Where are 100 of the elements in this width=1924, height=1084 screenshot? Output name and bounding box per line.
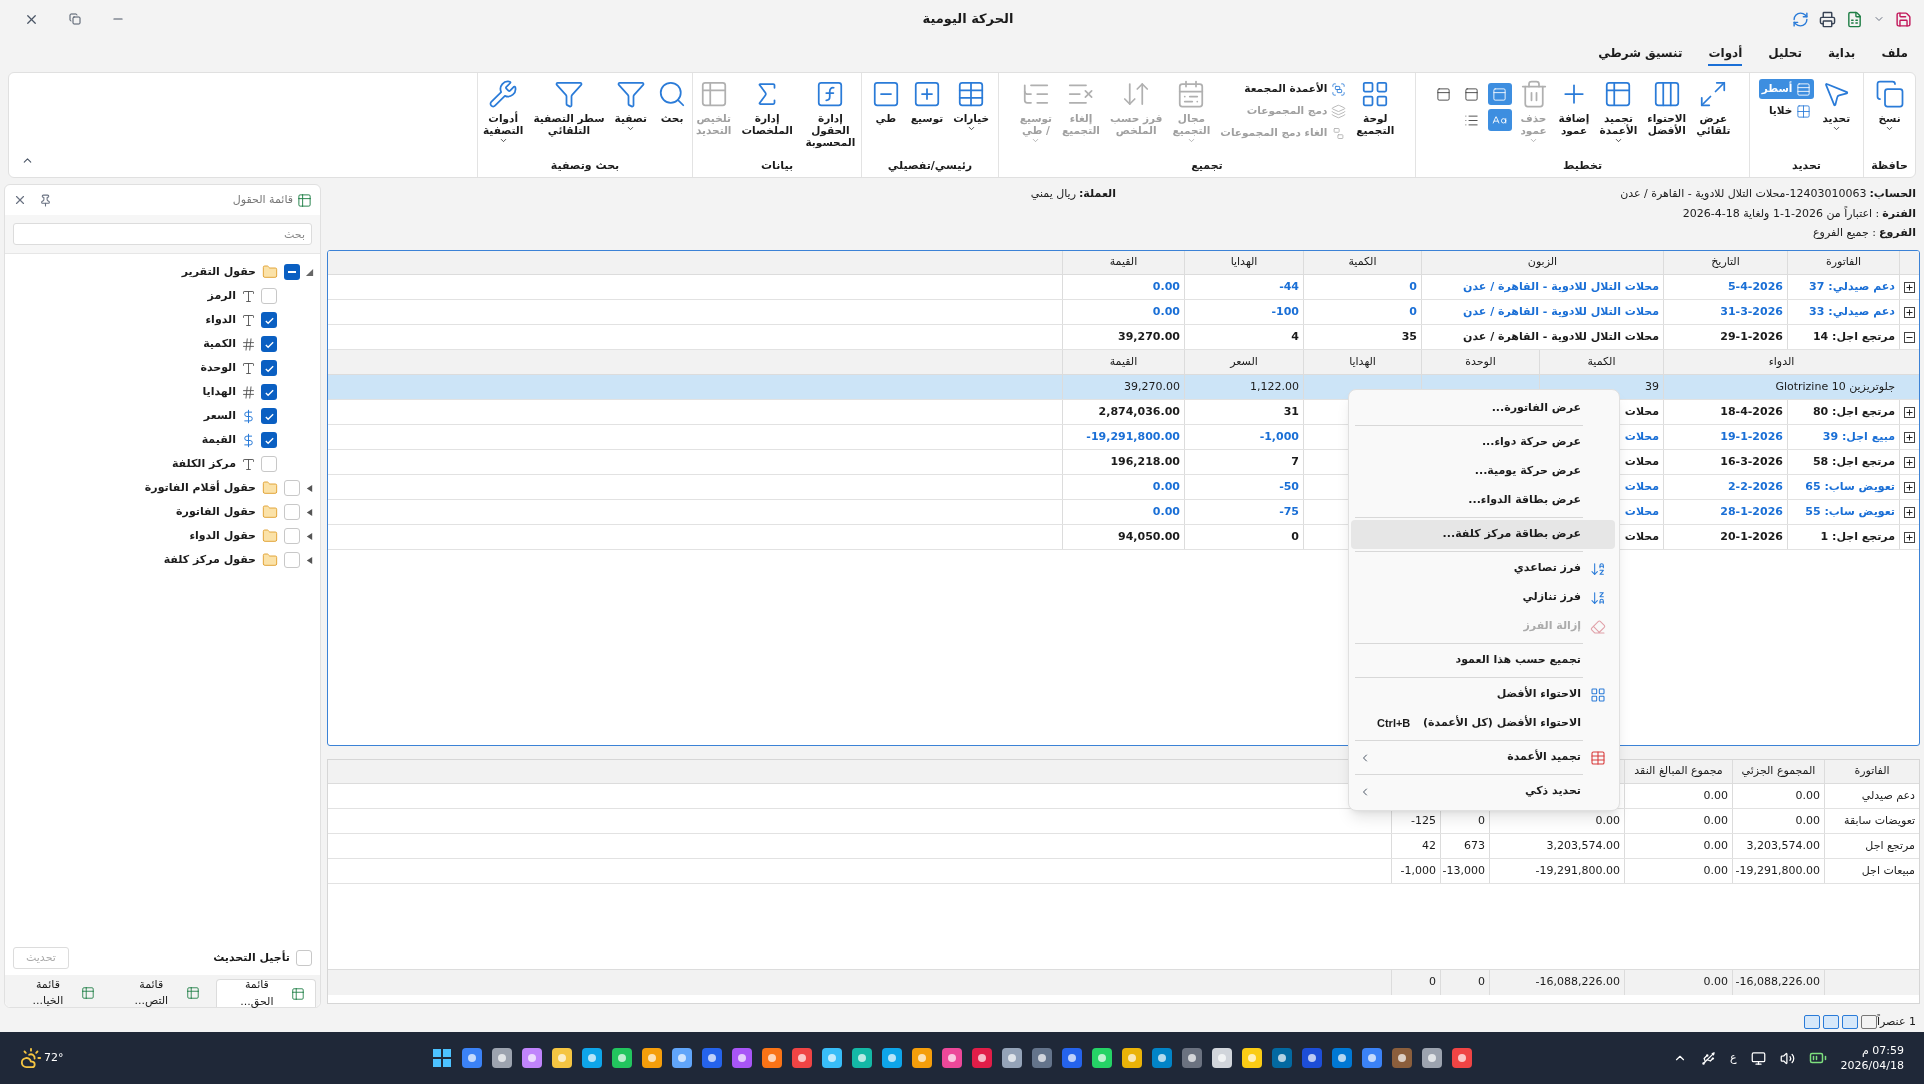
ribbon-button[interactable]: طي (867, 77, 904, 124)
tree-item[interactable]: حقول الفاتورة (176, 503, 256, 521)
app-tile-icon[interactable] (522, 1048, 542, 1068)
plus-box-icon[interactable] (1904, 431, 1915, 443)
language-indicator[interactable]: ع (1730, 1049, 1737, 1067)
app-tile-icon[interactable] (1002, 1048, 1022, 1068)
app-tile-icon[interactable] (1092, 1048, 1112, 1068)
ribbon-button[interactable]: إدارة الحقول المحسوبة (799, 77, 861, 148)
restore-icon[interactable] (69, 13, 81, 25)
checkbox[interactable] (261, 408, 277, 424)
app-tile-icon[interactable] (732, 1048, 752, 1068)
app-tile-icon[interactable] (1332, 1048, 1352, 1068)
ribbon-button[interactable]: تحديد (1818, 77, 1855, 133)
menu-item[interactable]: الاحتواء الأفضل (1351, 680, 1615, 709)
menu-tab[interactable]: بداية (1828, 42, 1856, 66)
tree-item[interactable]: الكمية (203, 335, 236, 353)
menu-item[interactable]: تحديد ذكي (1351, 777, 1615, 806)
checkbox[interactable] (261, 384, 277, 400)
tree-item[interactable]: الوحدة (200, 359, 236, 377)
menu-tab[interactable]: ملف (1881, 42, 1908, 66)
save-icon[interactable] (1895, 10, 1912, 28)
app-tile-icon[interactable] (972, 1048, 992, 1068)
plus-box-icon[interactable] (1904, 481, 1915, 493)
checkbox[interactable] (284, 264, 300, 280)
checkbox[interactable] (284, 528, 300, 544)
tree-item[interactable]: حقول الدواء (189, 527, 256, 545)
plus-box-icon[interactable] (1904, 306, 1915, 318)
ribbon-button[interactable]: الأعمدة المجمعة (1217, 79, 1350, 99)
app-tile-icon[interactable] (1062, 1048, 1082, 1068)
app-tile-icon[interactable] (1302, 1048, 1322, 1068)
app-tile-icon[interactable] (462, 1048, 482, 1068)
checkbox[interactable] (284, 552, 300, 568)
app-tile-icon[interactable] (792, 1048, 812, 1068)
expanded-triangle-icon[interactable] (305, 267, 314, 277)
collapsed-triangle-icon[interactable] (305, 483, 314, 493)
ribbon-button[interactable]: خيارات (950, 77, 993, 133)
checkbox[interactable] (261, 312, 277, 328)
app-tile-icon[interactable] (1422, 1048, 1442, 1068)
checkbox[interactable] (261, 456, 277, 472)
collapsed-triangle-icon[interactable] (305, 507, 314, 517)
app-tile-icon[interactable] (1182, 1048, 1202, 1068)
view-toggle-button[interactable] (1487, 109, 1512, 131)
volume-icon[interactable] (1779, 1050, 1795, 1066)
checkbox[interactable] (284, 480, 300, 496)
app-tile-icon[interactable] (762, 1048, 782, 1068)
checkbox[interactable] (284, 504, 300, 520)
menu-tab[interactable]: أدوات (1708, 42, 1743, 66)
tree-item[interactable]: مركز الكلفة (171, 455, 236, 473)
tree-item[interactable]: القيمة (201, 431, 236, 449)
tree-item[interactable]: الدواء (205, 311, 236, 329)
clock-date[interactable]: 2026/04/18 (1840, 1058, 1904, 1073)
clock-time[interactable]: 07:59 م (1862, 1043, 1904, 1058)
menu-item[interactable]: تجميد الأعمدة (1351, 743, 1615, 772)
plus-box-icon[interactable] (1904, 406, 1915, 418)
menu-item[interactable]: تجميع حسب هذا العمود (1351, 646, 1615, 675)
tree-item[interactable]: حقول التقرير (181, 263, 256, 281)
menu-item[interactable]: عرض بطاقة مركز كلفة... (1351, 520, 1615, 549)
app-tile-icon[interactable] (1212, 1048, 1232, 1068)
app-tile-icon[interactable] (1242, 1048, 1262, 1068)
app-tile-icon[interactable] (1362, 1048, 1382, 1068)
search-field[interactable]: بحث (13, 223, 312, 245)
panel-tab[interactable]: قائمة التص... (110, 979, 210, 1007)
ribbon-button[interactable]: أدوات التصفية (480, 77, 527, 145)
app-tile-icon[interactable] (912, 1048, 932, 1068)
app-tile-icon[interactable] (942, 1048, 962, 1068)
menu-tab[interactable]: تحليل (1768, 42, 1803, 66)
app-tile-icon[interactable] (642, 1048, 662, 1068)
menu-tab[interactable]: تنسيق شرطي (1598, 42, 1683, 66)
tree-item[interactable]: الهدايا (202, 383, 236, 401)
app-tile-icon[interactable] (702, 1048, 722, 1068)
app-tile-icon[interactable] (1392, 1048, 1412, 1068)
ribbon-button[interactable]: إدارة الملخصات (738, 77, 796, 136)
app-tile-icon[interactable] (672, 1048, 692, 1068)
view-toggle-button[interactable] (1487, 83, 1512, 105)
plus-box-icon[interactable] (1904, 456, 1915, 468)
menu-item[interactable]: فرز تصاعدي (1351, 554, 1615, 583)
window-icon[interactable] (1860, 1015, 1877, 1029)
ribbon-button[interactable]: تجميد الأعمدة (1596, 77, 1641, 145)
collapsed-triangle-icon[interactable] (305, 555, 314, 565)
weather-icon[interactable] (20, 1047, 42, 1069)
app-tile-icon[interactable] (1152, 1048, 1172, 1068)
checkbox[interactable] (296, 950, 312, 966)
app-tile-icon[interactable] (1032, 1048, 1052, 1068)
plus-box-icon[interactable] (1904, 281, 1915, 293)
tree-item[interactable]: الرمز (207, 287, 236, 305)
tree-item[interactable]: حقول أقلام الفاتورة (144, 479, 256, 497)
ribbon-button[interactable]: سطر التصفية التلقائي (530, 77, 608, 136)
tree-item[interactable]: حقول مركز كلفة (163, 551, 256, 569)
checkbox[interactable] (261, 360, 277, 376)
panel-toggle-icon[interactable] (1803, 1015, 1820, 1029)
close-icon[interactable] (13, 193, 27, 207)
menu-item[interactable]: فرز تنازلي (1351, 583, 1615, 612)
checkbox[interactable] (261, 432, 277, 448)
pin-icon[interactable] (39, 193, 52, 207)
app-tile-icon[interactable] (1452, 1048, 1472, 1068)
panel-tab[interactable]: قائمة الخيا... (9, 979, 105, 1007)
app-tile-icon[interactable] (492, 1048, 512, 1068)
refresh-icon[interactable] (1792, 10, 1809, 28)
plus-box-icon[interactable] (1904, 506, 1915, 518)
app-tile-icon[interactable] (1122, 1048, 1142, 1068)
